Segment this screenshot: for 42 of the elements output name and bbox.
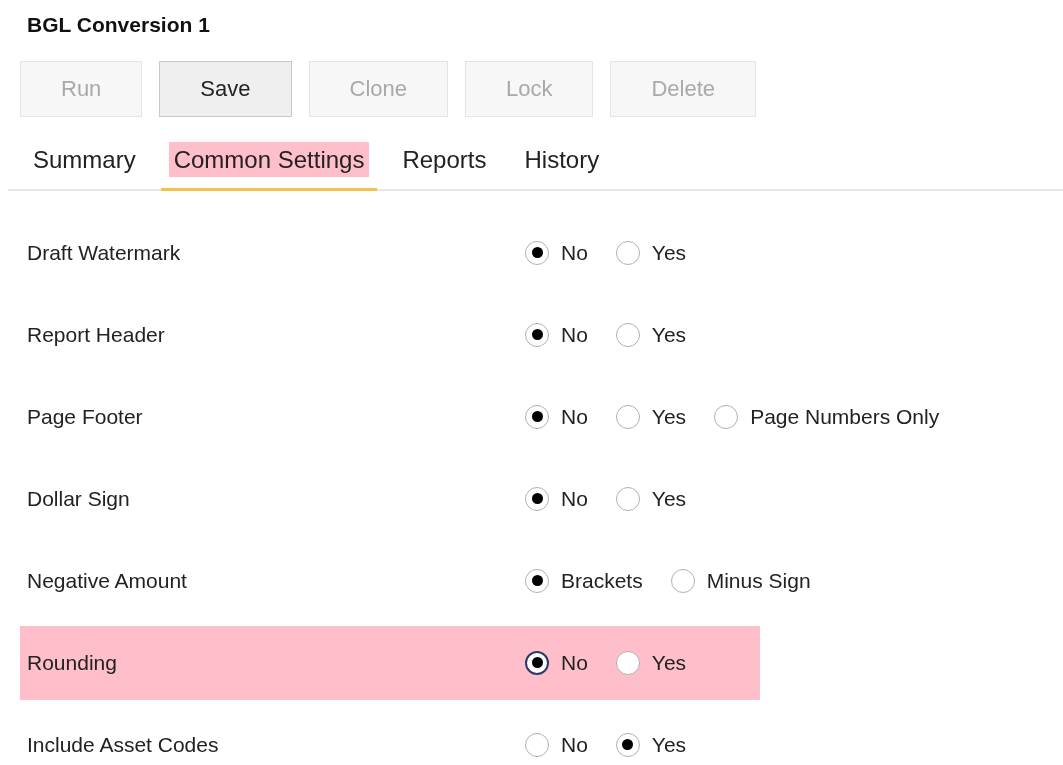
radio-icon[interactable]: [615, 732, 640, 757]
setting-label: Dollar Sign: [26, 485, 131, 512]
radio-option[interactable]: Minus Sign: [670, 564, 811, 597]
tab[interactable]: Summary: [20, 139, 149, 191]
radio-icon[interactable]: [615, 650, 640, 675]
radio-option[interactable]: Yes: [615, 482, 687, 515]
setting-label: Report Header: [26, 321, 166, 348]
radio-icon[interactable]: [525, 404, 549, 429]
radio-icon[interactable]: [525, 650, 549, 675]
radio-option[interactable]: No: [525, 318, 588, 351]
toolbar-button[interactable]: Save: [159, 60, 292, 117]
tab[interactable]: Reports: [389, 139, 500, 191]
radio-option[interactable]: Brackets: [525, 564, 643, 597]
radio-icon[interactable]: [615, 322, 640, 347]
page-title: BGL Conversion 1: [26, 12, 210, 38]
radio-option[interactable]: No: [525, 482, 588, 515]
setting-label: Rounding: [26, 649, 118, 676]
radio-icon[interactable]: [714, 404, 739, 429]
radio-icon[interactable]: [615, 486, 640, 511]
radio-icon[interactable]: [615, 240, 640, 265]
setting-label: Include Asset Codes: [26, 731, 220, 758]
radio-option[interactable]: No: [525, 236, 588, 269]
radio-icon[interactable]: [670, 568, 695, 593]
tab[interactable]: History: [511, 139, 613, 191]
radio-icon[interactable]: [525, 568, 549, 593]
radio-option[interactable]: No: [525, 400, 588, 433]
setting-label: Negative Amount: [26, 567, 188, 594]
radio-option[interactable]: No: [525, 728, 588, 761]
radio-option[interactable]: Yes: [615, 400, 687, 433]
setting-label: Page Footer: [26, 403, 144, 430]
radio-icon[interactable]: [615, 404, 640, 429]
radio-option[interactable]: Page Numbers Only: [714, 400, 940, 433]
radio-option[interactable]: Yes: [615, 728, 687, 761]
radio-option[interactable]: Yes: [615, 236, 687, 269]
radio-icon[interactable]: [525, 732, 549, 757]
setting-label: Draft Watermark: [26, 239, 182, 266]
radio-option[interactable]: No: [525, 646, 588, 679]
radio-icon[interactable]: [525, 322, 549, 347]
radio-option[interactable]: Yes: [615, 646, 687, 679]
radio-option[interactable]: Yes: [615, 318, 687, 351]
radio-icon[interactable]: [525, 486, 549, 511]
radio-icon[interactable]: [525, 240, 549, 265]
